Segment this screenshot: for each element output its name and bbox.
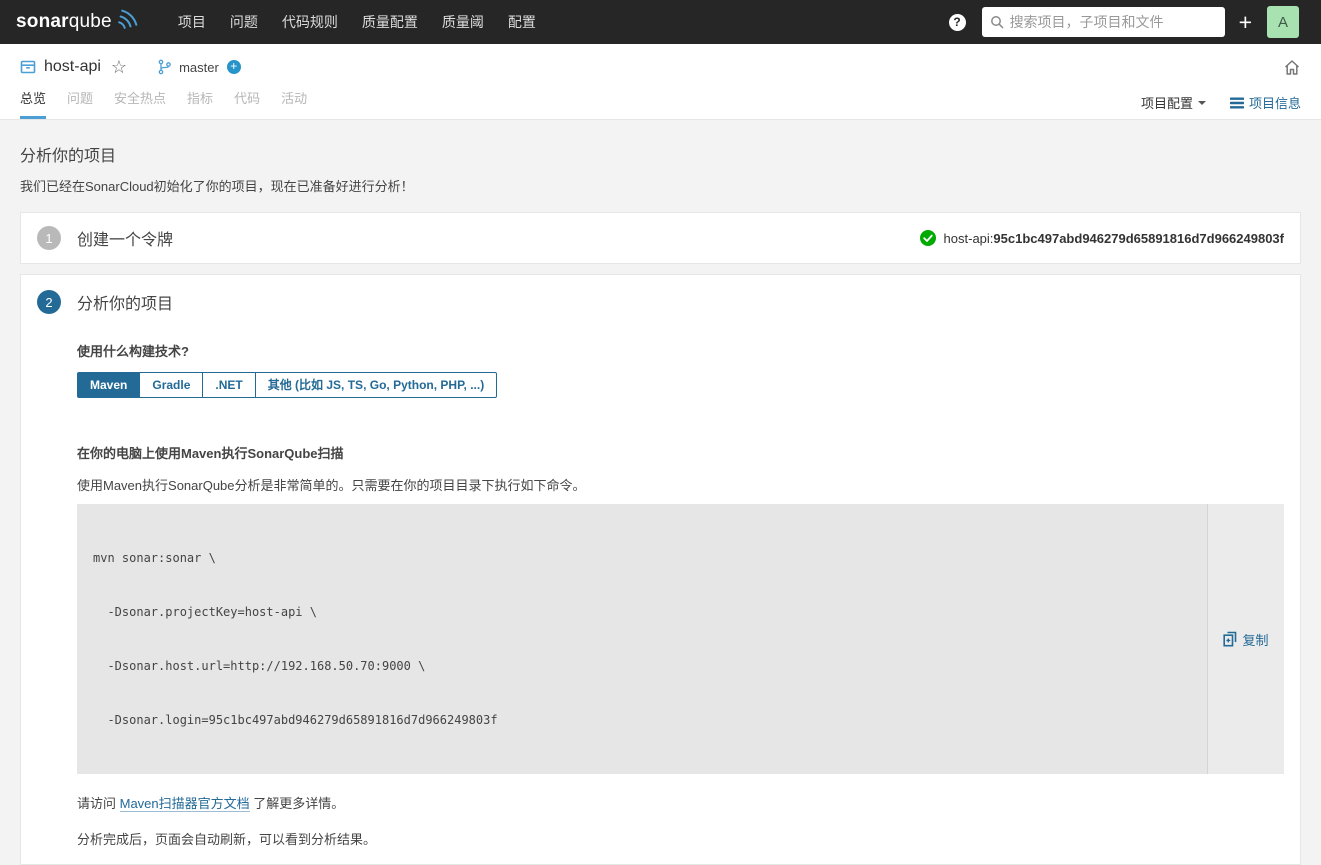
home-icon[interactable] xyxy=(1283,59,1301,76)
refresh-note: 分析完成后，页面会自动刷新，可以看到分析结果。 xyxy=(77,832,377,848)
page-title: 分析你的项目 xyxy=(20,148,117,165)
nav-item-issues[interactable]: 问题 xyxy=(218,0,270,44)
check-circle-icon xyxy=(919,230,936,246)
build-tech-question: 使用什么构建技术? xyxy=(77,344,189,359)
branch-selector: master + xyxy=(157,59,241,75)
project-tabs: 总览 问题 安全热点 指标 代码 活动 项目配置 项目信息 xyxy=(0,82,1321,120)
onboarding-content: 分析你的项目 我们已经在SonarCloud初始化了你的项目，现在已准备好进行分… xyxy=(0,120,1321,865)
step1-title: 创建一个令牌 xyxy=(77,232,174,249)
nav-item-quality-gates[interactable]: 质量阈 xyxy=(430,0,496,44)
copy-button[interactable]: 复制 xyxy=(1223,630,1269,649)
project-config-label: 项目配置 xyxy=(1140,96,1193,111)
build-option-gradle[interactable]: Gradle xyxy=(139,372,204,399)
nav-item-quality-profiles[interactable]: 质量配置 xyxy=(350,0,430,44)
project-name: host-api xyxy=(44,58,101,75)
scan-heading: 在你的电脑上使用Maven执行SonarQube扫描 xyxy=(77,446,344,462)
build-tech-button-group: Maven Gradle .NET 其他 (比如 JS, TS, Go, Pyt… xyxy=(77,372,498,399)
step2-header: 2 分析你的项目 xyxy=(37,290,1284,314)
code-line: mvn sonar:sonar \ xyxy=(93,551,216,566)
sonar-waves-icon xyxy=(117,9,138,29)
step2-number-badge: 2 xyxy=(37,290,61,314)
chevron-down-icon xyxy=(1197,100,1206,105)
command-code-block: mvn sonar:sonar \ -Dsonar.projectKey=hos… xyxy=(77,504,1207,775)
project-config-dropdown[interactable]: 项目配置 xyxy=(1141,93,1206,112)
project-info-label: 项目信息 xyxy=(1248,96,1301,111)
top-navbar: sonarqube 项目 问题 代码规则 质量配置 质量阈 配置 ? + A xyxy=(0,0,1321,44)
build-option-dotnet[interactable]: .NET xyxy=(202,372,256,399)
tab-activity[interactable]: 活动 xyxy=(281,82,307,119)
token-text: host-api:95c1bc497abd946279d65891816d7d9… xyxy=(943,230,1284,246)
step2-body: 使用什么构建技术? Maven Gradle .NET 其他 (比如 JS, T… xyxy=(77,341,1284,848)
step2-card: 2 分析你的项目 使用什么构建技术? Maven Gradle .NET 其他 … xyxy=(20,274,1301,865)
scan-intro: 使用Maven执行SonarQube分析是非常简单的。只需要在你的项目目录下执行… xyxy=(77,478,586,494)
tab-security-hotspots[interactable]: 安全热点 xyxy=(114,82,166,119)
project-icon xyxy=(20,60,36,74)
tab-measures[interactable]: 指标 xyxy=(187,82,213,119)
project-header: host-api ☆ master + xyxy=(0,44,1321,82)
docs-line: 请访问 Maven扫描器官方文档 了解更多详情。 xyxy=(77,796,345,813)
build-option-maven[interactable]: Maven xyxy=(77,372,141,399)
tab-code[interactable]: 代码 xyxy=(234,82,260,119)
tab-overview[interactable]: 总览 xyxy=(20,82,47,119)
copy-icon xyxy=(1223,632,1237,647)
branch-icon xyxy=(158,59,171,75)
code-line: -Dsonar.host.url=http://192.168.50.70:90… xyxy=(93,659,426,674)
step1-number-badge: 1 xyxy=(37,226,61,250)
step1-card: 1 创建一个令牌 host-api:95c1bc497abd946279d658… xyxy=(20,212,1301,264)
search-input[interactable] xyxy=(1009,14,1217,30)
token-result: host-api:95c1bc497abd946279d65891816d7d9… xyxy=(919,230,1284,246)
command-snippet: mvn sonar:sonar \ -Dsonar.projectKey=hos… xyxy=(77,504,1284,775)
list-icon xyxy=(1229,97,1244,108)
step2-title: 分析你的项目 xyxy=(77,296,174,313)
branch-plus-icon[interactable]: + xyxy=(226,60,241,74)
nav-item-projects[interactable]: 项目 xyxy=(166,0,218,44)
copy-label: 复制 xyxy=(1242,632,1269,648)
user-avatar[interactable]: A xyxy=(1267,6,1299,38)
project-info-button[interactable]: 项目信息 xyxy=(1229,93,1301,112)
nav-item-rules[interactable]: 代码规则 xyxy=(270,0,350,44)
favorite-star-icon[interactable]: ☆ xyxy=(111,58,127,76)
navbar-right: ? + A xyxy=(948,6,1299,38)
main-nav-menu: 项目 问题 代码规则 质量配置 质量阈 配置 xyxy=(166,0,548,44)
build-option-other[interactable]: 其他 (比如 JS, TS, Go, Python, PHP, ...) xyxy=(254,372,498,399)
global-search-box xyxy=(981,7,1225,37)
branch-name: master xyxy=(179,59,219,75)
nav-item-administration[interactable]: 配置 xyxy=(496,0,548,44)
create-plus-button[interactable]: + xyxy=(1239,10,1252,34)
sonarqube-logo-text: sonarqube xyxy=(16,11,112,32)
sonarqube-logo[interactable]: sonarqube xyxy=(16,9,140,35)
help-icon[interactable]: ? xyxy=(948,13,966,31)
tab-issues[interactable]: 问题 xyxy=(67,82,93,119)
tabs-right-actions: 项目配置 项目信息 xyxy=(1141,93,1301,119)
code-line: -Dsonar.login=95c1bc497abd946279d6589181… xyxy=(93,713,498,728)
copy-cell: 复制 xyxy=(1207,504,1284,775)
code-line: -Dsonar.projectKey=host-api \ xyxy=(93,605,317,620)
page-subtitle: 我们已经在SonarCloud初始化了你的项目，现在已准备好进行分析！ xyxy=(20,179,414,194)
search-icon xyxy=(990,16,1003,29)
maven-docs-link[interactable]: Maven扫描器官方文档 xyxy=(119,796,250,813)
